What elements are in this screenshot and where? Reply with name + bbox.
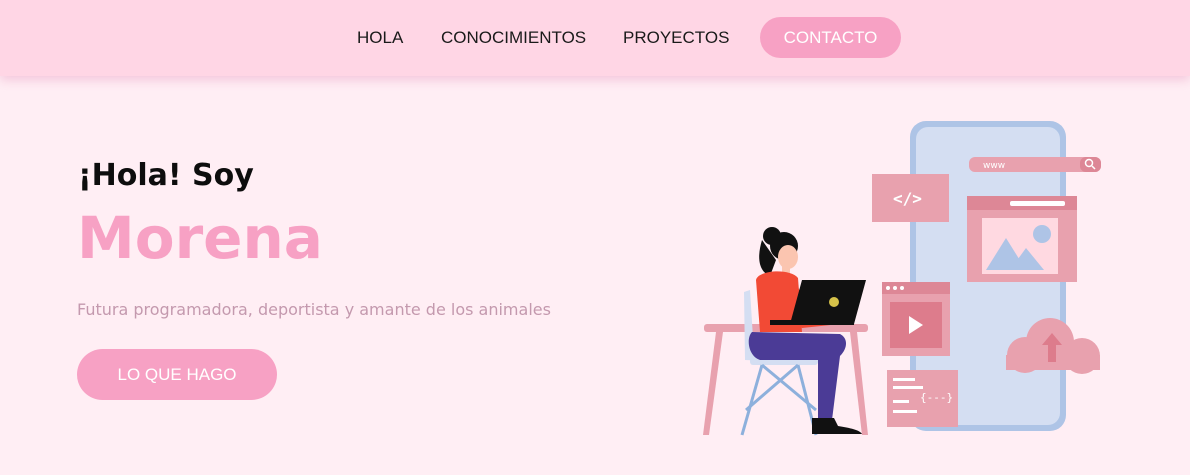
video-player-icon xyxy=(882,282,950,356)
hero-name: Morena xyxy=(77,204,323,272)
url-bar-text: www xyxy=(983,161,1005,171)
code-tag-text: </> xyxy=(893,189,922,208)
code-tag-icon: </> xyxy=(872,174,949,222)
contact-button[interactable]: CONTACTO xyxy=(760,17,901,58)
code-snippet-text: {---} xyxy=(920,391,953,404)
url-bar-icon: www xyxy=(969,157,1101,172)
hero-greeting: ¡Hola! Soy xyxy=(78,158,254,193)
image-window-icon xyxy=(967,196,1077,282)
code-snippet-icon: {---} xyxy=(887,370,958,427)
developer-illustration: www </> {---} xyxy=(703,121,1101,436)
what-i-do-button[interactable]: LO QUE HAGO xyxy=(77,349,277,400)
nav-link-proyectos[interactable]: PROYECTOS xyxy=(623,28,729,48)
nav-link-conocimientos[interactable]: CONOCIMIENTOS xyxy=(441,28,586,48)
hero-subtitle: Futura programadora, deportista y amante… xyxy=(77,300,551,319)
top-navbar: HOLA CONOCIMIENTOS PROYECTOS CONTACTO xyxy=(0,0,1190,76)
nav-link-hola[interactable]: HOLA xyxy=(357,28,403,48)
